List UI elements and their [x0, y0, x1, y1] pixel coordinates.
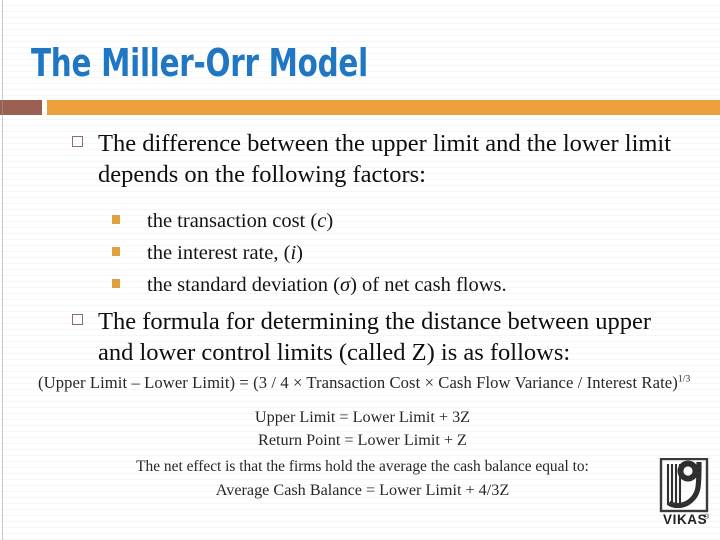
page-title: The Miller-Orr Model [31, 41, 368, 85]
sub-bullet-text-after: ) [296, 242, 303, 264]
filled-square-bullet-icon [112, 215, 120, 224]
page-left-edge-line [2, 0, 3, 540]
filled-square-bullet-icon [112, 247, 120, 256]
bullet-level2-text: the standard deviation (σ) of net cash f… [147, 272, 672, 298]
bullet-level2-interest-rate: the interest rate, (i) [112, 240, 672, 266]
formula-upper-limit: Upper Limit = Lower Limit + 3Z [254, 408, 471, 426]
bullet-level1-text: The difference between the upper limit a… [98, 130, 672, 188]
accent-bar-brown [0, 100, 42, 115]
vikas-logo-wordmark: VIKAS [663, 512, 707, 527]
formula-return-point: Return Point = Lower Limit + Z [258, 431, 467, 449]
vikas-logo-mark-icon: VIKAS ® [659, 458, 710, 527]
formula-net-effect-note: The net effect is that the firms hold th… [136, 458, 589, 475]
bullet-level1-text: The formula for determining the distance… [98, 308, 652, 366]
hollow-square-bullet-icon [72, 314, 83, 325]
sub-bullet-symbol: c [317, 210, 327, 232]
formula-main-text: (Upper Limit – Lower Limit) = (3 / 4 × T… [38, 373, 678, 392]
sub-bullet-text-before: the interest rate, ( [147, 242, 291, 264]
vikas-logo: VIKAS ® [659, 458, 715, 532]
bullet-level2-text: the transaction cost (c) [147, 208, 672, 234]
hollow-square-bullet-icon [72, 136, 83, 147]
sub-bullet-text-before: the transaction cost ( [147, 210, 318, 232]
bullet-level2-standard-deviation: the standard deviation (σ) of net cash f… [112, 272, 672, 298]
formula-main-exponent: 1/3 [677, 374, 691, 385]
sub-bullet-text-before: the standard deviation ( [147, 274, 340, 296]
filled-square-bullet-icon [112, 279, 120, 288]
formula-average-cash-balance: Average Cash Balance = Lower Limit + 4/3… [215, 481, 510, 499]
bullet-level1-difference: The difference between the upper limit a… [72, 128, 682, 190]
formula-block: (Upper Limit – Lower Limit) = (3 / 4 × T… [30, 368, 695, 513]
vikas-logo-trademark: ® [704, 513, 710, 521]
sub-bullet-symbol: σ [339, 274, 351, 296]
accent-bar-orange [47, 100, 720, 115]
formula-main-equation: (Upper Limit – Lower Limit) = (3 / 4 × T… [38, 373, 690, 393]
slide: The Miller-Orr Model The difference betw… [0, 0, 720, 540]
sub-bullet-text-after: ) of net cash flows. [350, 274, 507, 296]
sub-bullet-text-after: ) [326, 210, 334, 232]
bullet-level2-transaction-cost: the transaction cost (c) [112, 208, 672, 234]
bullet-level2-text: the interest rate, (i) [147, 240, 672, 266]
bullet-level1-formula-intro: The formula for determining the distance… [72, 306, 682, 368]
